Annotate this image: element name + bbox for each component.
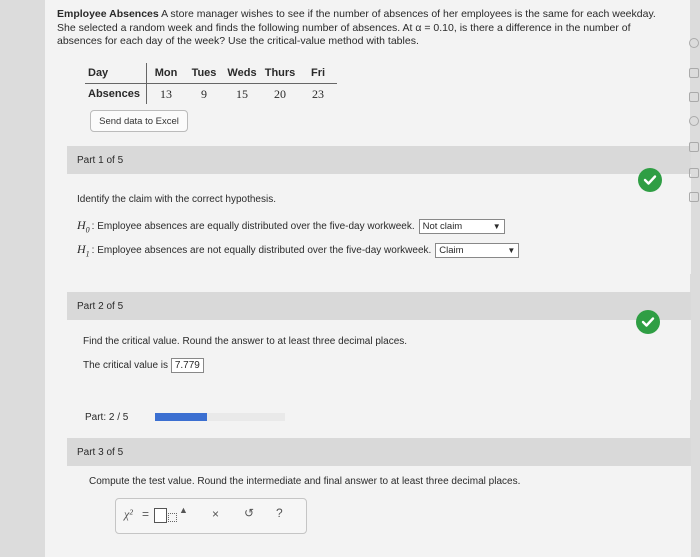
- h1-select-value: Claim: [439, 244, 464, 256]
- help-icon[interactable]: ?: [276, 506, 283, 520]
- h0-select-value: Not claim: [422, 220, 463, 232]
- question-page: Employee Absences A store manager wishes…: [45, 0, 691, 557]
- progress-bar: [155, 413, 285, 421]
- answer-input[interactable]: [154, 508, 167, 523]
- part2-instruction: Find the critical value. Round the answe…: [83, 336, 408, 347]
- part3-header: Part 3 of 5: [67, 438, 691, 466]
- part2-correct-check-icon: [636, 310, 660, 334]
- part1-correct-check-icon: [638, 168, 662, 192]
- part2-body: Find the critical value. Round the answe…: [67, 320, 691, 400]
- progress-fill: [155, 413, 207, 421]
- undo-icon[interactable]: ↺: [244, 506, 254, 520]
- side-icon[interactable]: [689, 168, 699, 178]
- table-day: Tues: [191, 67, 217, 79]
- h0-claim-select[interactable]: Not claim ▼: [418, 218, 505, 234]
- h1-symbol: H1: [77, 242, 90, 259]
- side-icon[interactable]: [689, 38, 699, 48]
- h0-text: : Employee absences are equally distribu…: [91, 220, 415, 232]
- table-absences-row: Absences 13 9 15 20 23: [85, 84, 337, 104]
- part1-header: Part 1 of 5: [67, 146, 691, 174]
- part1-instruction: Identify the claim with the correct hypo…: [77, 194, 276, 205]
- problem-text-3: absences for each day of the week? Use t…: [57, 35, 419, 47]
- part2-header: Part 2 of 5: [67, 292, 691, 320]
- table-absence-value: 20: [274, 86, 286, 101]
- table-day: Mon: [154, 67, 178, 79]
- table-row-label-day: Day: [85, 63, 147, 83]
- critical-value-label: The critical value is: [83, 360, 169, 371]
- h0-symbol: H0: [77, 218, 90, 235]
- table-absence-value: 15: [236, 86, 248, 101]
- h1-claim-select[interactable]: Claim ▼: [435, 242, 520, 258]
- absences-table: Day Mon Tues Weds Thurs Fri Absences 13 …: [85, 63, 337, 104]
- dropdown-arrow-icon: ▼: [492, 221, 501, 231]
- table-absence-value: 9: [201, 86, 207, 101]
- chi-square-symbol: χ²: [124, 507, 133, 521]
- table-day: Weds: [227, 67, 257, 79]
- table-absence-value: 23: [312, 86, 324, 101]
- side-icon[interactable]: [689, 142, 699, 152]
- part3-instruction: Compute the test value. Round the interm…: [89, 476, 521, 487]
- problem-text-2: She selected a random week and finds the…: [57, 21, 631, 34]
- table-header-row: Day Mon Tues Weds Thurs Fri: [85, 63, 337, 84]
- side-icon[interactable]: [689, 92, 699, 102]
- part1-body: Identify the claim with the correct hypo…: [67, 174, 691, 274]
- table-day: Thurs: [264, 67, 296, 79]
- table-absence-value: 13: [160, 86, 172, 101]
- side-icon[interactable]: [689, 116, 699, 126]
- table-day: Fri: [310, 67, 326, 79]
- side-icon[interactable]: [689, 192, 699, 202]
- h1-row: H1 : Employee absences are not equally d…: [77, 242, 520, 259]
- progress-label: Part: 2 / 5: [85, 412, 129, 423]
- clear-icon[interactable]: ×: [212, 507, 219, 521]
- h0-row: H0 : Employee absences are equally distr…: [77, 218, 505, 234]
- side-icon-strip: [687, 0, 700, 557]
- answer-toolbar: χ² = ▲ × ↺ ?: [115, 498, 307, 534]
- dropdown-arrow-icon: ▼: [507, 245, 516, 255]
- h1-text: : Employee absences are not equally dist…: [91, 244, 432, 256]
- problem-title: Employee Absences: [57, 8, 159, 20]
- problem-statement: Employee Absences A store manager wishes…: [57, 8, 682, 49]
- equals-sign: =: [142, 507, 150, 521]
- send-to-excel-button[interactable]: Send data to Excel: [90, 110, 188, 132]
- problem-text-1: A store manager wishes to see if the num…: [161, 8, 656, 20]
- critical-value-input[interactable]: 7.779: [170, 358, 204, 373]
- cursor-icon: ▲: [179, 505, 188, 515]
- table-row-label-absences: Absences: [85, 84, 147, 104]
- answer-input-secondary[interactable]: [168, 513, 177, 522]
- side-icon[interactable]: [689, 68, 699, 78]
- critical-value-row: The critical value is 7.779: [83, 358, 204, 373]
